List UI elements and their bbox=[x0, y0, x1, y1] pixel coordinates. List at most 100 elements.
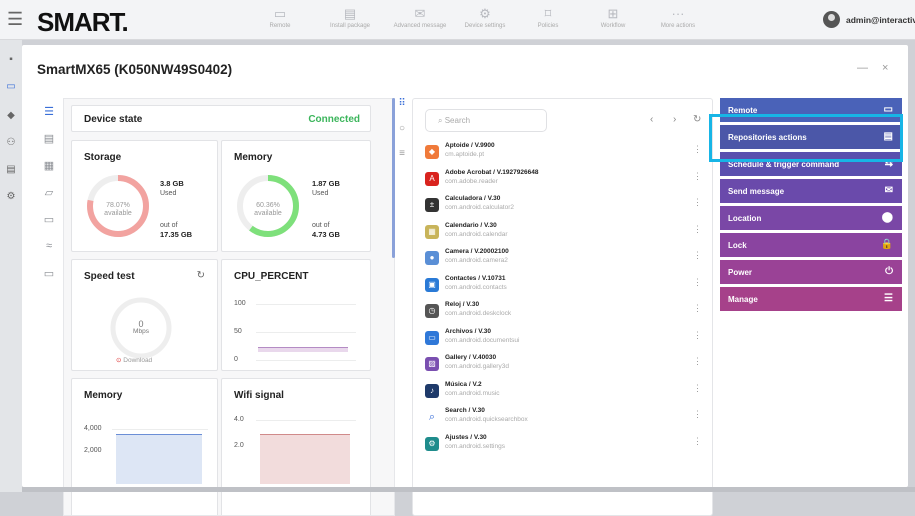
app-list-item[interactable]: ▨ Gallery / V.40030 com.android.gallery3d ⋮ bbox=[425, 354, 710, 378]
nav-install-package[interactable]: ▤ Install package bbox=[315, 5, 385, 29]
action-manage[interactable]: Manage ☰ bbox=[720, 287, 902, 311]
bottom-bar bbox=[22, 487, 915, 492]
wifi-card: Wifi signal 4.0 2.0 bbox=[221, 378, 371, 515]
more-icon: ··· bbox=[671, 6, 685, 21]
memory-tick: 2,000 bbox=[84, 447, 102, 454]
screen-icon[interactable]: ▭ bbox=[39, 267, 59, 282]
app-list-item[interactable]: A Adobe Acrobat / V.1927926648 com.adobe.r… bbox=[425, 169, 710, 193]
action-lock[interactable]: Lock 🔒 bbox=[720, 233, 902, 257]
document-icon[interactable]: ▤ bbox=[5, 164, 17, 175]
user-menu[interactable]: admin@interactiv bbox=[823, 11, 915, 28]
gridline bbox=[256, 360, 356, 361]
nav-more-actions[interactable]: ··· More actions bbox=[643, 5, 713, 29]
more-vert-icon[interactable]: ⋮ bbox=[693, 145, 702, 154]
memory-area bbox=[116, 434, 202, 484]
list-icon: ☰ bbox=[884, 293, 893, 304]
memory-used: 1.87 GB Used bbox=[312, 179, 340, 197]
app-name: Música / V.2 bbox=[445, 380, 482, 388]
app-list-item[interactable]: ⚙ Ajustes / V.30 com.android.settings ⋮ bbox=[425, 434, 710, 458]
nav-remote[interactable]: ▭ Remote bbox=[245, 5, 315, 29]
more-vert-icon[interactable]: ⋮ bbox=[693, 198, 702, 207]
app-list-item[interactable]: ◆ Aptoide / V.9900 cm.aptoide.pt ⋮ bbox=[425, 142, 710, 166]
minimize-icon[interactable]: — bbox=[857, 62, 868, 74]
wifi-tick: 2.0 bbox=[234, 442, 244, 449]
list-icon[interactable]: ≡ bbox=[394, 148, 410, 159]
info-icon[interactable]: ▤ bbox=[39, 132, 59, 147]
app-name: Ajustes / V.30 bbox=[445, 433, 487, 441]
more-vert-icon[interactable]: ⋮ bbox=[693, 410, 702, 419]
more-vert-icon[interactable]: ⋮ bbox=[693, 251, 702, 260]
app-package: com.adobe.reader bbox=[445, 177, 498, 185]
app-list-item[interactable]: ▭ Archivos / V.30 com.android.documentsui ⋮ bbox=[425, 328, 710, 352]
cpu-area bbox=[258, 347, 348, 352]
more-vert-icon[interactable]: ⋮ bbox=[693, 383, 702, 392]
settings-icon[interactable]: ⚙ bbox=[5, 191, 17, 202]
next-page-icon[interactable]: › bbox=[673, 114, 676, 125]
gridline bbox=[256, 304, 356, 305]
more-vert-icon[interactable]: ⋮ bbox=[693, 224, 702, 233]
more-vert-icon[interactable]: ⋮ bbox=[693, 277, 702, 286]
overview-icon[interactable]: ☰ bbox=[39, 105, 59, 120]
app-package: com.android.documentsui bbox=[445, 336, 520, 344]
wifi-icon[interactable]: ≈ bbox=[39, 240, 59, 255]
app-name: Camera / V.20002100 bbox=[445, 248, 509, 255]
cpu-title: CPU_PERCENT bbox=[234, 271, 309, 282]
action-power[interactable]: Power ⏻ bbox=[720, 260, 902, 284]
app-icon: ▨ bbox=[425, 357, 439, 371]
action-location[interactable]: Location ⬤ bbox=[720, 206, 902, 230]
app-icon: ♪ bbox=[425, 383, 439, 398]
app-name: Archivos / V.30 bbox=[445, 327, 492, 335]
window-icon[interactable]: ▭ bbox=[39, 213, 59, 228]
close-icon[interactable]: × bbox=[882, 62, 888, 74]
memory-chart-title: Memory bbox=[84, 390, 123, 401]
nav-workflow[interactable]: ⊞ Workflow bbox=[578, 5, 648, 29]
refresh-icon[interactable]: ↻ bbox=[693, 114, 701, 125]
app-list-item[interactable]: ⌕ Search / V.30 com.android.quicksearchbox… bbox=[425, 407, 710, 431]
prev-page-icon[interactable]: ‹ bbox=[650, 114, 653, 125]
more-vert-icon[interactable]: ⋮ bbox=[693, 436, 702, 445]
download-icon: ⊙ bbox=[116, 357, 122, 364]
more-vert-icon[interactable]: ⋮ bbox=[693, 330, 702, 339]
memory-card: Memory 60.36% available 1.87 GB Used out o… bbox=[221, 140, 371, 252]
users-icon[interactable]: ⚇ bbox=[5, 137, 17, 148]
nav-advanced-message[interactable]: ✉ Advanced message bbox=[385, 5, 455, 29]
gridline bbox=[256, 420, 356, 421]
nav-policies[interactable]: ⌑ Policies bbox=[513, 5, 583, 29]
refresh-icon[interactable]: ○ bbox=[394, 123, 410, 134]
action-label: Power bbox=[728, 268, 753, 277]
memory-title: Memory bbox=[234, 152, 273, 163]
more-vert-icon[interactable]: ⋮ bbox=[693, 304, 702, 313]
more-vert-icon[interactable]: ⋮ bbox=[693, 357, 702, 366]
app-name: Adobe Acrobat / V.1927926648 bbox=[445, 168, 539, 176]
app-name: Gallery / V.40030 bbox=[445, 354, 497, 361]
search-input[interactable]: ⌕ Search bbox=[425, 109, 547, 132]
shield-icon[interactable]: ◆ bbox=[5, 110, 17, 121]
speed-test-card: Speed test ↻ 0 Mbps ⊙ Download bbox=[71, 259, 218, 371]
app-list-item[interactable]: ▣ Contactes / V.10731 com.android.contacts… bbox=[425, 275, 710, 299]
download-legend: ⊙ Download bbox=[116, 357, 153, 364]
nav-device-settings[interactable]: ⚙ Device settings bbox=[450, 5, 520, 29]
devices-icon[interactable]: ▭ bbox=[5, 81, 17, 92]
menu-icon[interactable]: ☰ bbox=[7, 10, 23, 28]
cpu-tick: 0 bbox=[234, 356, 238, 363]
speed-value: 0 Mbps bbox=[133, 319, 149, 336]
app-list-item[interactable]: ± Calculadora / V.30 com.android.calculato… bbox=[425, 195, 710, 219]
pin-icon: ⬤ bbox=[881, 212, 893, 223]
app-list-item[interactable]: ● Camera / V.20002100 com.android.camera2 ⋮ bbox=[425, 248, 710, 272]
refresh-icon[interactable]: ↻ bbox=[197, 270, 205, 281]
connection-status: Connected bbox=[308, 114, 360, 125]
cpu-tick: 50 bbox=[234, 328, 242, 335]
app-list-item[interactable]: ♪ Música / V.2 com.android.music ⋮ bbox=[425, 381, 710, 405]
storage-total: out of 17.35 GB bbox=[160, 222, 193, 239]
dashboard-icon[interactable]: ▪ bbox=[5, 54, 17, 65]
folder-icon[interactable]: ▱ bbox=[39, 186, 59, 201]
gear-icon: ⚙ bbox=[479, 6, 491, 21]
wifi-title: Wifi signal bbox=[234, 390, 284, 401]
view-toggles: ⠿ ○ ≡ bbox=[394, 98, 410, 159]
app-list-item[interactable]: ◷ Reloj / V.30 com.android.deskclock ⋮ bbox=[425, 301, 710, 325]
action-send-message[interactable]: Send message ✉ bbox=[720, 179, 902, 203]
app-list-item[interactable]: ▦ Calendario / V.30 com.android.calendar ⋮ bbox=[425, 222, 710, 246]
hardware-icon[interactable]: ▦ bbox=[39, 159, 59, 174]
more-vert-icon[interactable]: ⋮ bbox=[693, 171, 702, 180]
grid-icon[interactable]: ⠿ bbox=[394, 98, 410, 109]
